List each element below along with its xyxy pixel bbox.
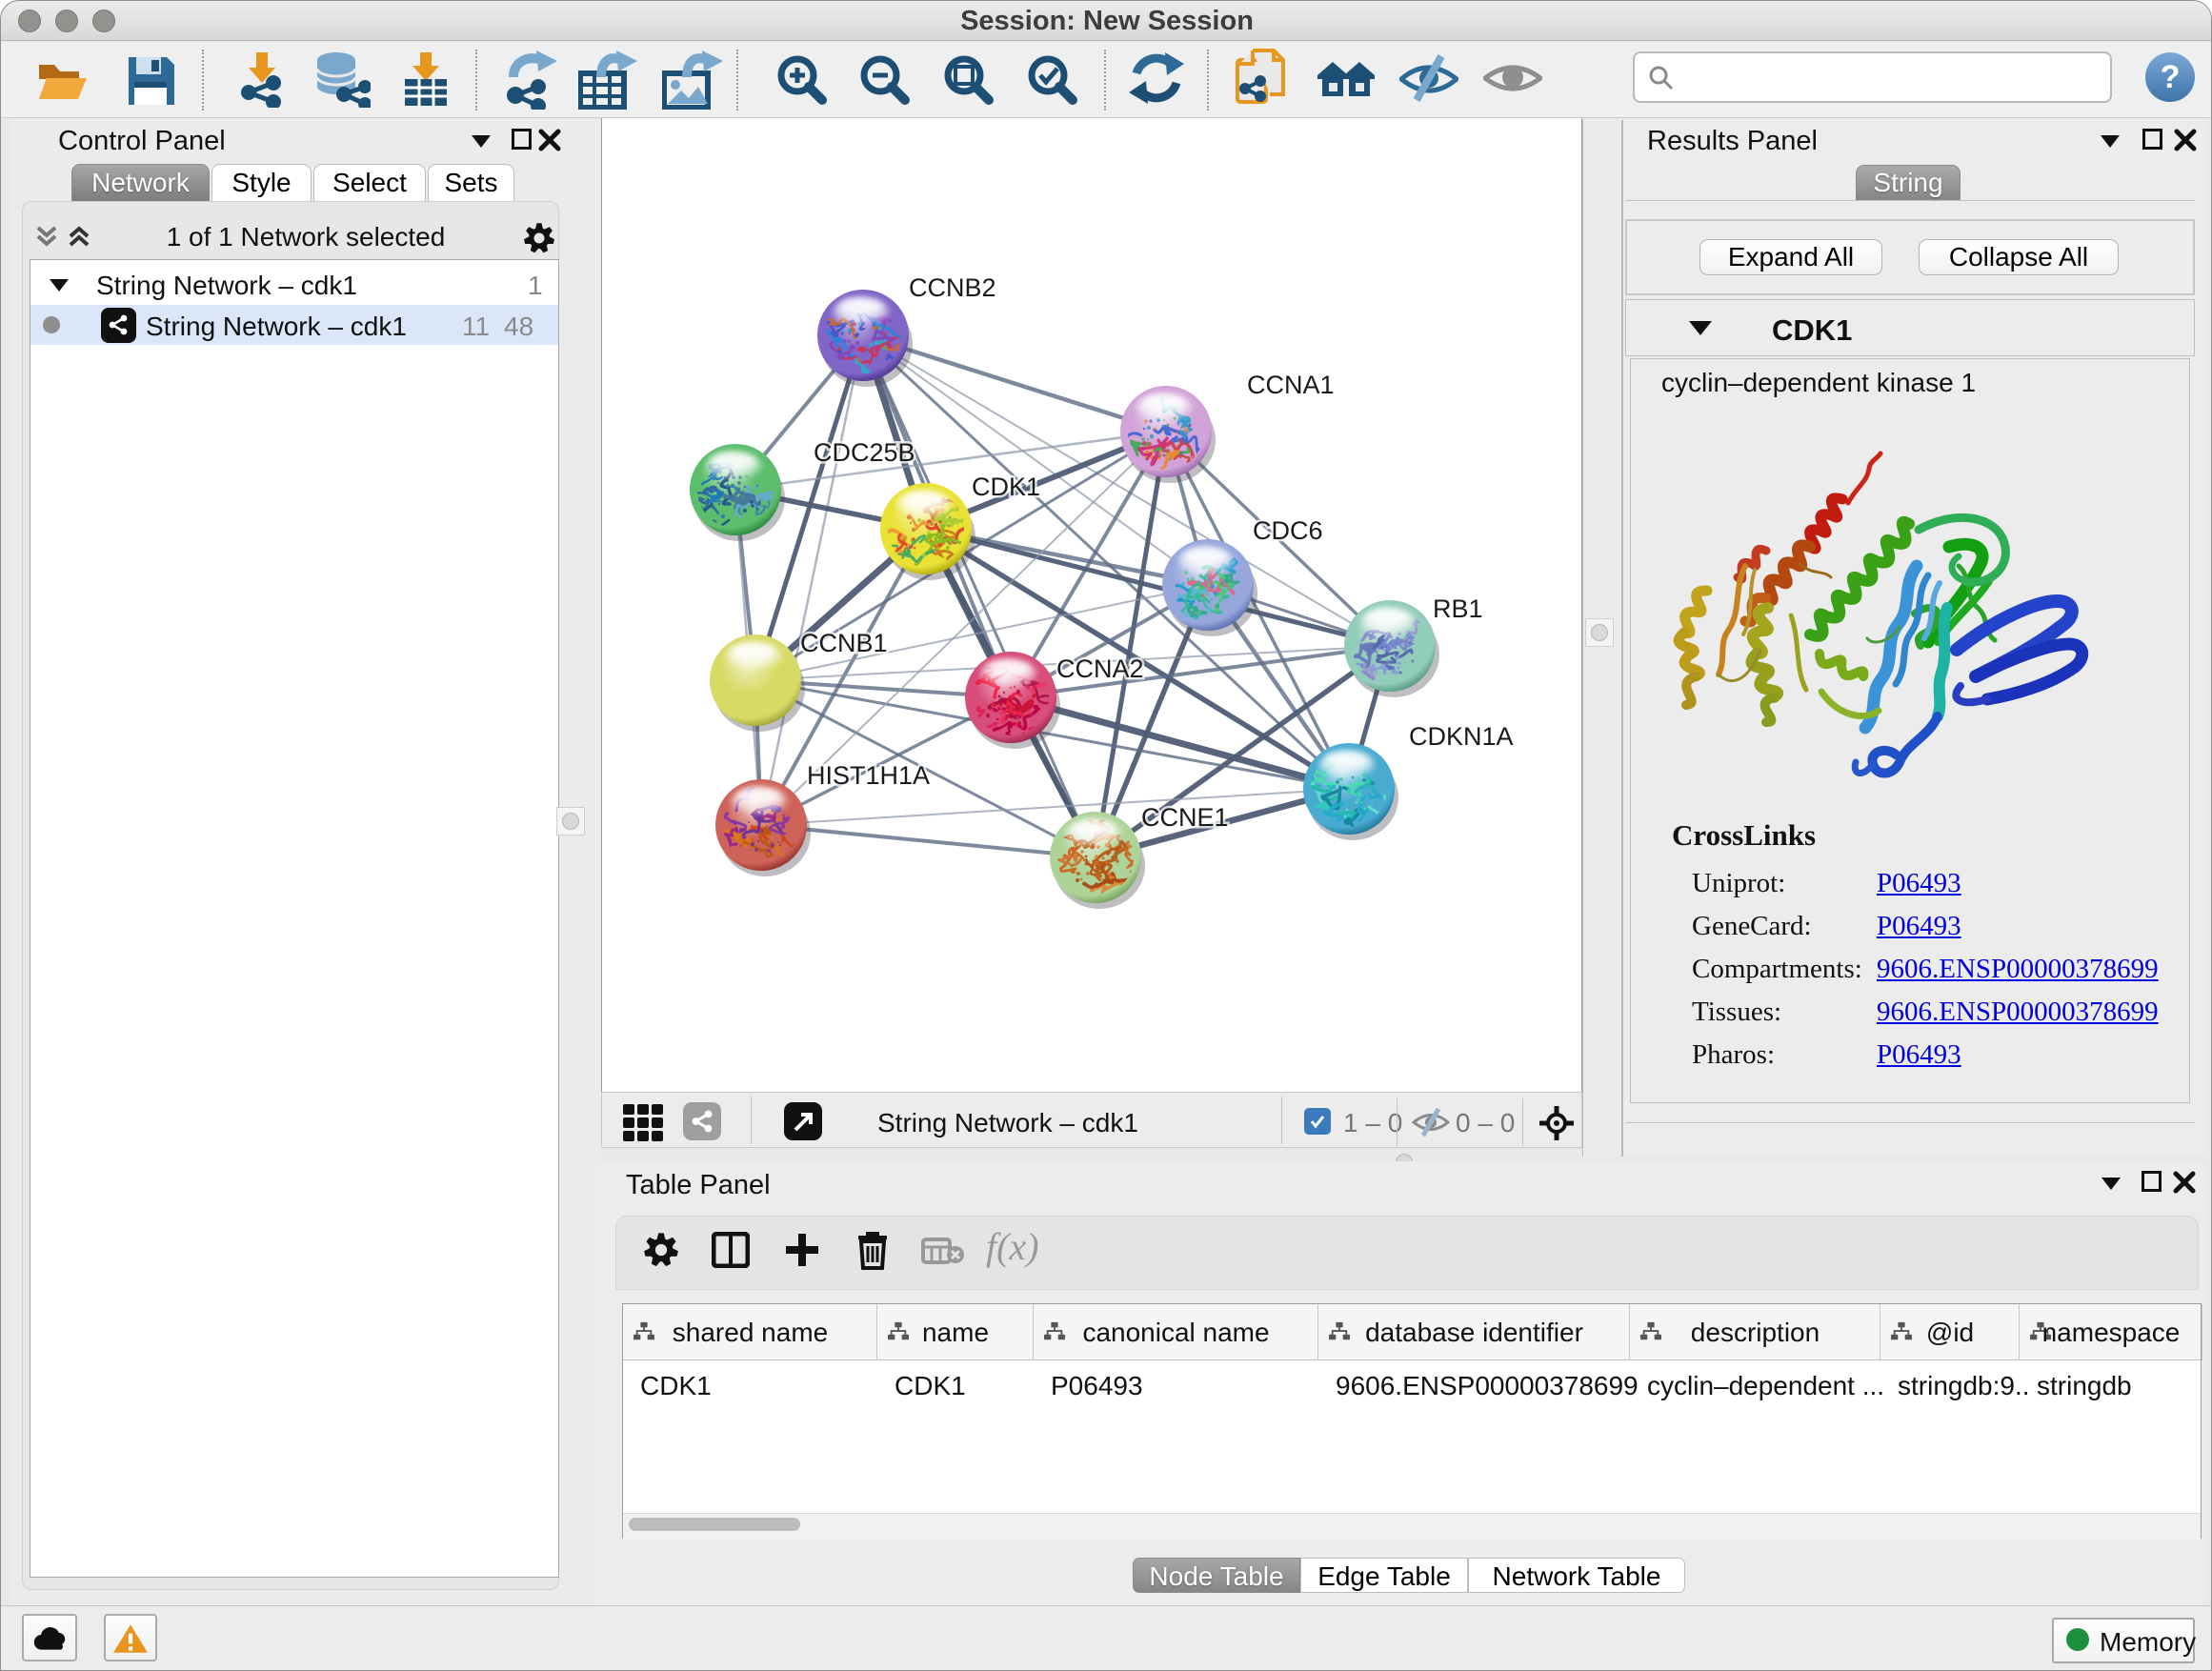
svg-text:RB1: RB1 [1433, 594, 1483, 623]
svg-text:CCNB1: CCNB1 [800, 629, 888, 657]
svg-text:CDKN1A: CDKN1A [1409, 722, 1514, 751]
svg-text:CDC25B: CDC25B [814, 438, 915, 467]
svg-text:CDC6: CDC6 [1253, 516, 1323, 545]
svg-text:CCNB2: CCNB2 [909, 273, 996, 302]
svg-text:HIST1H1A: HIST1H1A [807, 761, 930, 790]
svg-text:CCNE1: CCNE1 [1141, 803, 1229, 832]
svg-text:CCNA1: CCNA1 [1247, 371, 1335, 399]
svg-text:CCNA2: CCNA2 [1056, 654, 1144, 683]
svg-text:CDK1: CDK1 [972, 473, 1040, 501]
